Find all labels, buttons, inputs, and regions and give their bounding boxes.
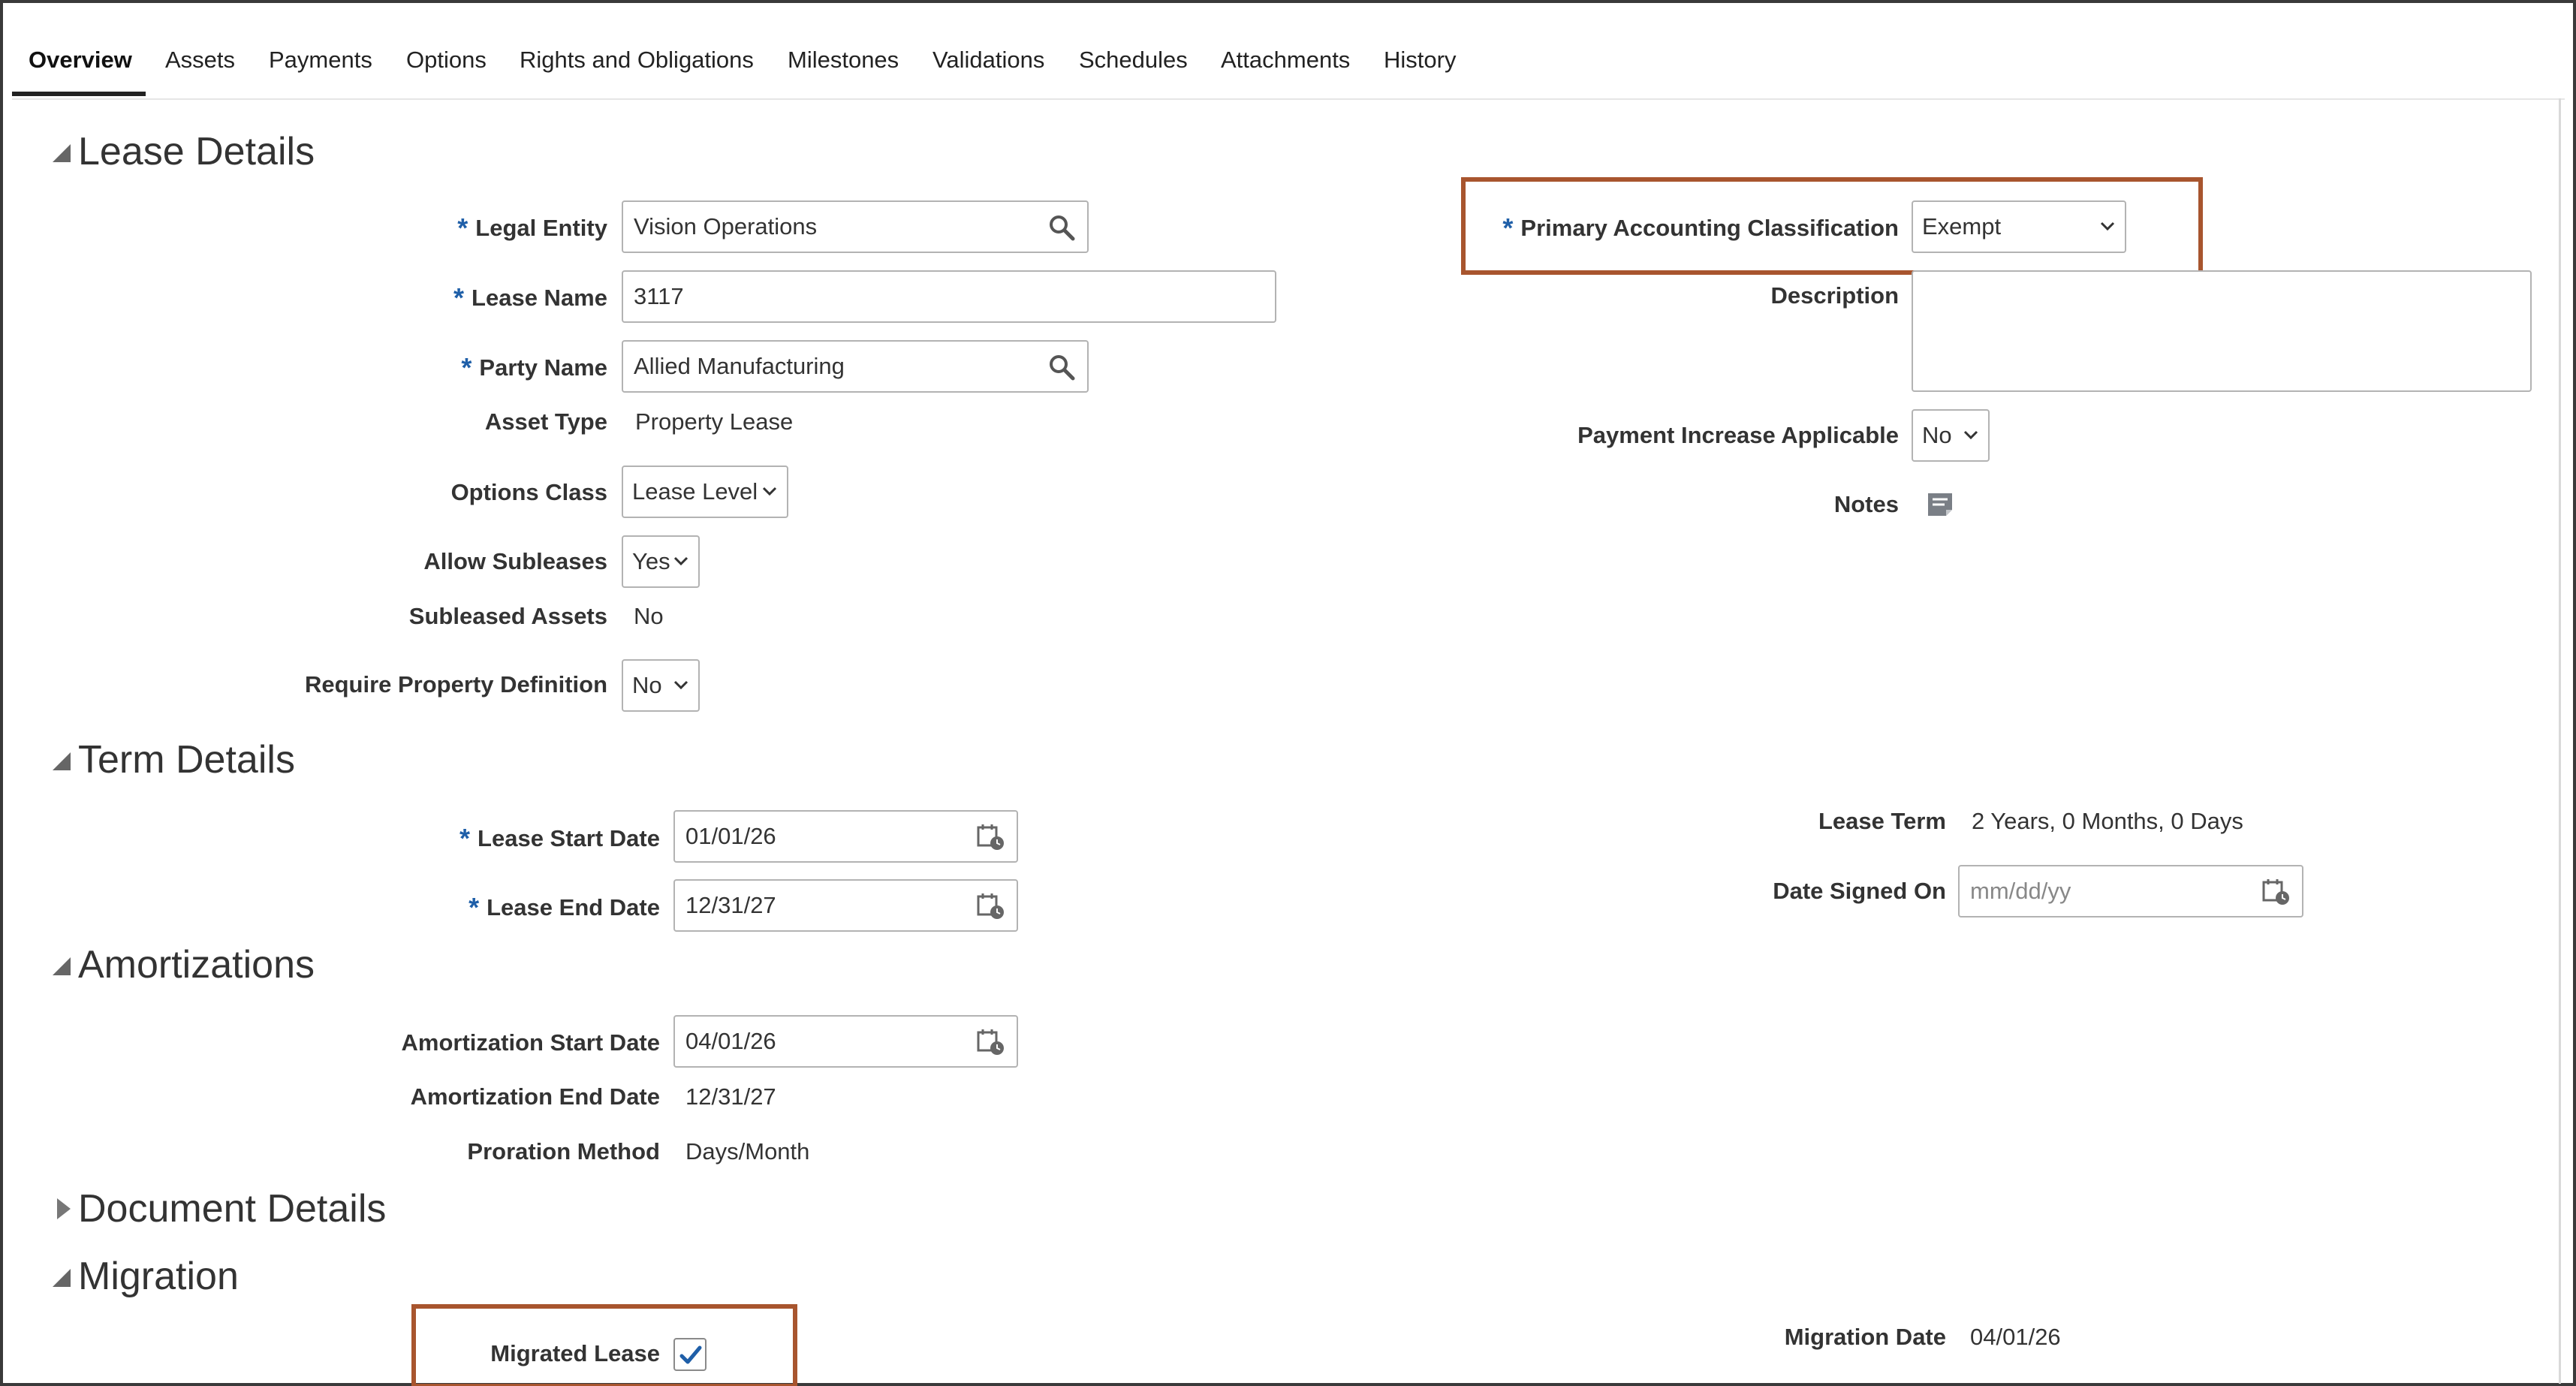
active-tab-indicator bbox=[12, 92, 146, 96]
notes-label: Notes bbox=[1833, 491, 1899, 517]
description-textarea[interactable] bbox=[1912, 270, 2532, 392]
section-title: Migration bbox=[78, 1255, 239, 1298]
tab-overview[interactable]: Overview bbox=[29, 47, 132, 74]
subleased-assets-label: Subleased Assets bbox=[408, 603, 607, 629]
primary-accounting-classification-select[interactable]: Exempt bbox=[1912, 200, 2126, 253]
required-marker: * bbox=[1502, 212, 1514, 243]
section-document-details[interactable]: Document Details bbox=[38, 1186, 386, 1231]
primary-accounting-classification-label: * Primary Accounting Classification bbox=[1502, 212, 1899, 243]
tab-schedules[interactable]: Schedules bbox=[1079, 47, 1188, 74]
section-title: Amortizations bbox=[78, 943, 315, 987]
date-signed-on-label: Date Signed On bbox=[1773, 878, 1946, 904]
collapse-triangle-icon bbox=[38, 942, 78, 987]
section-lease-details[interactable]: Lease Details bbox=[38, 129, 315, 174]
proration-method-value: Days/Month bbox=[685, 1138, 810, 1165]
date-signed-on-input[interactable]: mm/dd/yy bbox=[1958, 865, 2303, 917]
calendar-icon[interactable] bbox=[976, 822, 1006, 852]
require-property-definition-label: Require Property Definition bbox=[304, 671, 607, 698]
lease-term-label: Lease Term bbox=[1818, 808, 1946, 834]
subleased-assets-value: No bbox=[634, 603, 664, 629]
chevron-down-icon bbox=[2100, 221, 2115, 231]
section-term-details[interactable]: Term Details bbox=[38, 737, 295, 782]
party-name-label: * Party Name bbox=[461, 352, 607, 383]
section-migration[interactable]: Migration bbox=[38, 1254, 239, 1299]
panel-border bbox=[2559, 98, 2561, 1384]
tab-validations[interactable]: Validations bbox=[932, 47, 1044, 74]
tab-history[interactable]: History bbox=[1384, 47, 1456, 74]
lease-term-value: 2 Years, 0 Months, 0 Days bbox=[1972, 808, 2243, 834]
tab-attachments[interactable]: Attachments bbox=[1221, 47, 1350, 74]
search-icon[interactable] bbox=[1047, 352, 1077, 382]
required-marker: * bbox=[459, 823, 471, 854]
party-name-input[interactable]: Allied Manufacturing bbox=[622, 340, 1089, 393]
migration-date-label: Migration Date bbox=[1784, 1324, 1946, 1350]
checkmark-icon bbox=[679, 1345, 702, 1364]
legal-entity-input[interactable]: Vision Operations bbox=[622, 200, 1089, 253]
migrated-lease-label: Migrated Lease bbox=[490, 1340, 660, 1366]
chevron-down-icon bbox=[673, 556, 688, 566]
chevron-down-icon bbox=[1963, 430, 1978, 440]
amortization-start-date-label: Amortization Start Date bbox=[401, 1029, 660, 1056]
options-class-select[interactable]: Lease Level bbox=[622, 466, 788, 518]
collapse-triangle-icon bbox=[38, 1254, 78, 1299]
lease-name-label: * Lease Name bbox=[453, 282, 607, 313]
lease-start-date-input[interactable]: 01/01/26 bbox=[673, 810, 1018, 863]
tab-milestones[interactable]: Milestones bbox=[788, 47, 899, 74]
amortization-end-date-value: 12/31/27 bbox=[685, 1083, 776, 1110]
calendar-icon[interactable] bbox=[976, 891, 1006, 921]
proration-method-label: Proration Method bbox=[467, 1138, 660, 1165]
tab-payments[interactable]: Payments bbox=[269, 47, 372, 74]
section-title: Term Details bbox=[78, 738, 295, 782]
collapse-triangle-icon bbox=[38, 737, 78, 782]
require-property-definition-select[interactable]: No bbox=[622, 659, 700, 712]
payment-increase-applicable-label: Payment Increase Applicable bbox=[1577, 422, 1899, 448]
required-marker: * bbox=[461, 352, 472, 383]
description-label: Description bbox=[1770, 282, 1899, 309]
required-marker: * bbox=[453, 282, 465, 313]
lease-name-input[interactable]: 3117 bbox=[622, 270, 1276, 323]
chevron-down-icon bbox=[673, 680, 688, 690]
section-title: Lease Details bbox=[78, 130, 315, 173]
amortization-end-date-label: Amortization End Date bbox=[410, 1083, 660, 1110]
expand-triangle-icon bbox=[38, 1186, 78, 1231]
calendar-icon[interactable] bbox=[976, 1027, 1006, 1057]
required-marker: * bbox=[469, 892, 480, 923]
migrated-lease-checkbox[interactable] bbox=[673, 1338, 707, 1371]
options-class-label: Options Class bbox=[450, 479, 607, 505]
tab-assets[interactable]: Assets bbox=[165, 47, 235, 74]
allow-subleases-label: Allow Subleases bbox=[423, 548, 607, 574]
section-amortizations[interactable]: Amortizations bbox=[38, 942, 315, 987]
calendar-icon[interactable] bbox=[2261, 877, 2291, 907]
tab-options[interactable]: Options bbox=[406, 47, 487, 74]
required-marker: * bbox=[457, 212, 469, 243]
lease-end-date-input[interactable]: 12/31/27 bbox=[673, 879, 1018, 932]
lease-start-date-label: * Lease Start Date bbox=[459, 823, 660, 854]
notes-icon[interactable] bbox=[1925, 490, 1955, 520]
asset-type-label: Asset Type bbox=[484, 408, 607, 435]
collapse-triangle-icon bbox=[38, 129, 78, 174]
lease-end-date-label: * Lease End Date bbox=[469, 892, 660, 923]
amortization-start-date-input[interactable]: 04/01/26 bbox=[673, 1015, 1018, 1068]
chevron-down-icon bbox=[762, 487, 777, 496]
section-title: Document Details bbox=[78, 1187, 387, 1231]
allow-subleases-select[interactable]: Yes bbox=[622, 535, 700, 588]
search-icon[interactable] bbox=[1047, 212, 1077, 243]
tab-divider bbox=[12, 98, 2565, 100]
migration-date-value: 04/01/26 bbox=[1970, 1324, 2061, 1350]
payment-increase-applicable-select[interactable]: No bbox=[1912, 409, 1990, 462]
asset-type-value: Property Lease bbox=[635, 408, 794, 435]
tab-rights-and-obligations[interactable]: Rights and Obligations bbox=[520, 47, 754, 74]
legal-entity-label: * Legal Entity bbox=[457, 212, 607, 243]
